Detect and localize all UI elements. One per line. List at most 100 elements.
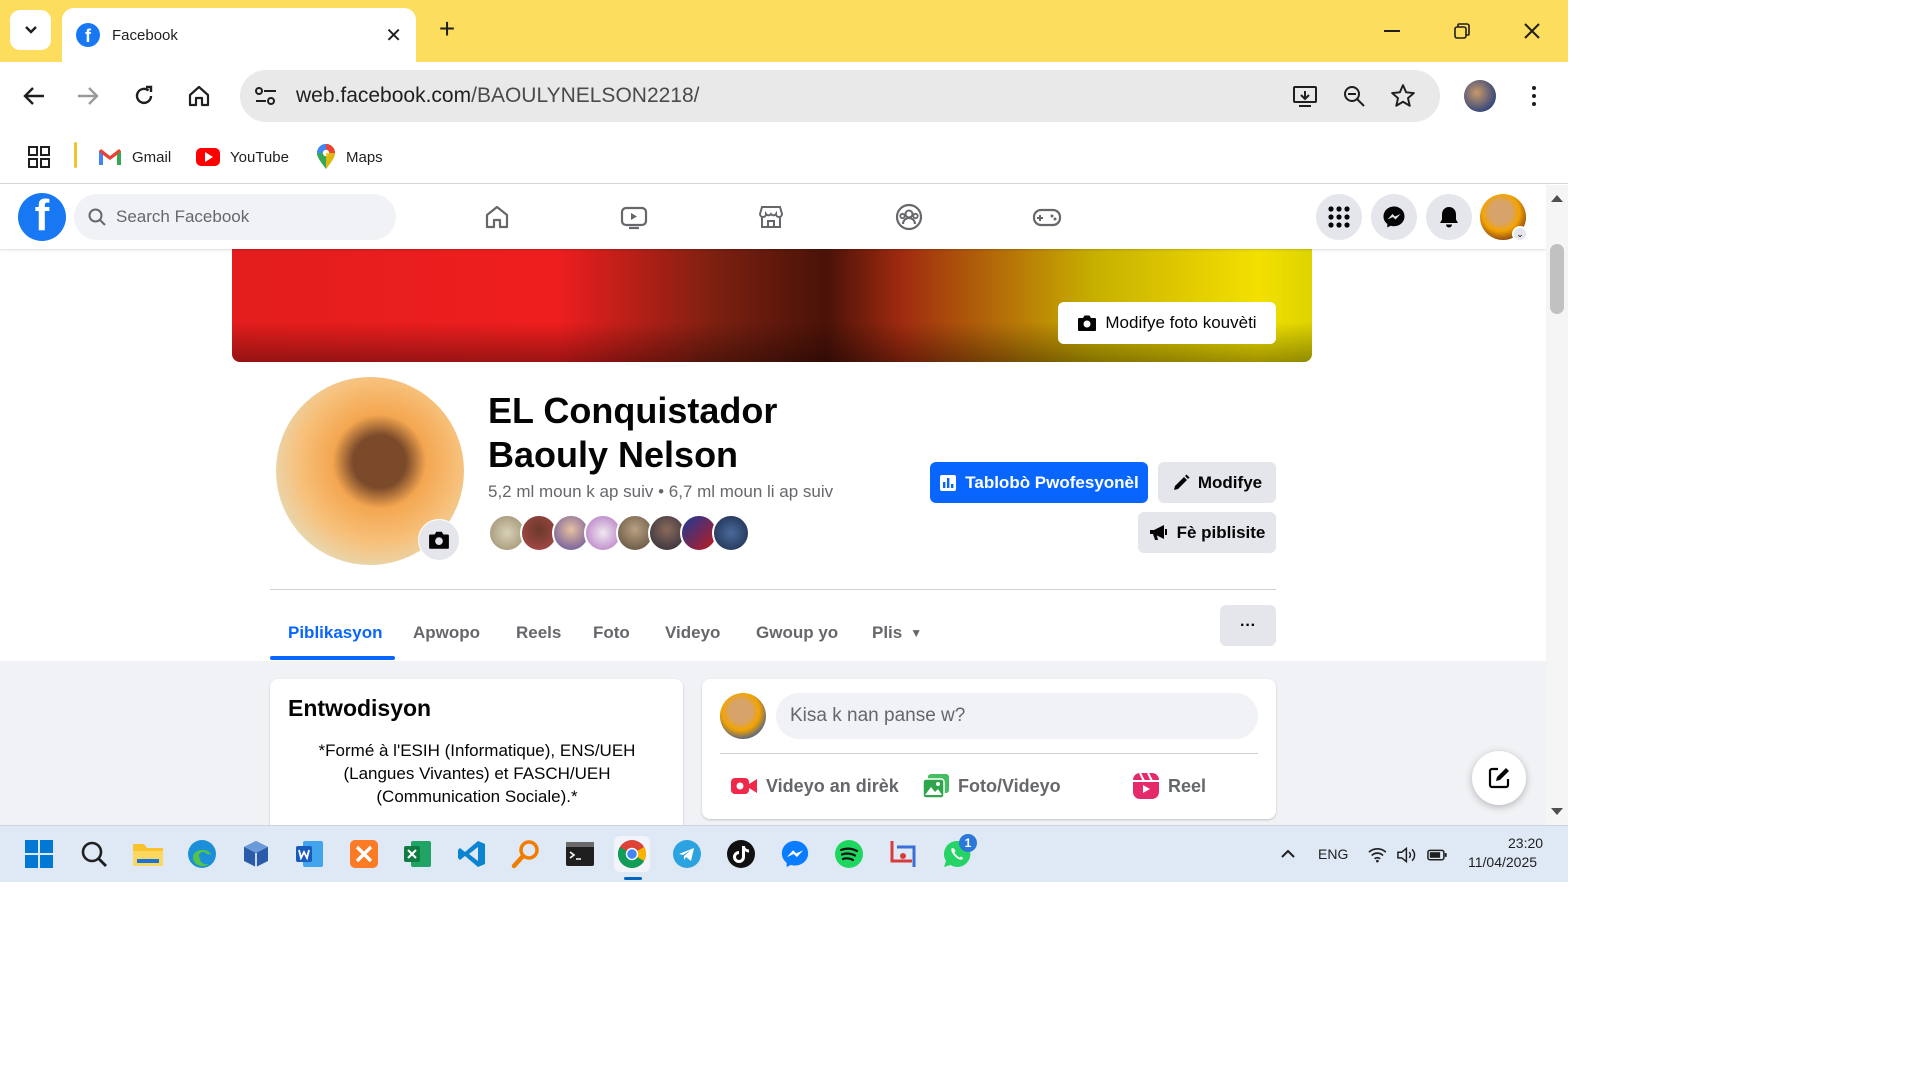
- taskbar-search[interactable]: [76, 836, 112, 872]
- address-bar[interactable]: web.facebook.com/BAOULYNELSON2218/: [240, 70, 1440, 122]
- new-message-button[interactable]: [1472, 751, 1526, 805]
- system-tray-status[interactable]: [1368, 844, 1448, 866]
- taskbar-xampp[interactable]: [346, 836, 382, 872]
- back-button[interactable]: [18, 80, 50, 112]
- show-hidden-icons-button[interactable]: [1270, 836, 1306, 872]
- input-language[interactable]: ENG: [1318, 846, 1348, 862]
- compose-icon: [1488, 767, 1510, 789]
- follower-stats[interactable]: 5,2 ml moun k ap suiv • 6,7 ml moun li a…: [488, 482, 833, 502]
- new-tab-button[interactable]: +: [432, 13, 462, 44]
- taskbar-terminal[interactable]: [562, 836, 598, 872]
- composer-divider: [720, 753, 1258, 754]
- dashboard-icon: [940, 474, 957, 491]
- messenger-button[interactable]: [1371, 194, 1417, 240]
- terminal-icon: [566, 842, 594, 866]
- taskbar-file-explorer[interactable]: [130, 836, 166, 872]
- post-composer: Kisa k nan panse w? Videyo an dirèk Foto…: [702, 679, 1276, 819]
- menu-button[interactable]: [1316, 194, 1362, 240]
- taskbar-virtualbox[interactable]: [238, 836, 274, 872]
- reload-button[interactable]: [128, 80, 160, 112]
- home-icon: [485, 205, 509, 229]
- taskbar-edge[interactable]: [184, 836, 220, 872]
- taskbar-word[interactable]: [292, 836, 328, 872]
- taskbar-tiktok[interactable]: [723, 836, 759, 872]
- close-window-button[interactable]: [1512, 14, 1552, 48]
- facebook-search-input[interactable]: Search Facebook: [74, 194, 396, 240]
- tab-videos[interactable]: Videyo: [665, 607, 720, 659]
- photo-video-button[interactable]: Foto/Videyo: [922, 769, 1061, 803]
- taskbar-snipping-tool[interactable]: [885, 836, 921, 872]
- clock-date[interactable]: 11/04/2025: [1468, 854, 1537, 870]
- taskbar-vscode[interactable]: [454, 836, 490, 872]
- reel-label: Reel: [1168, 775, 1207, 796]
- home-button[interactable]: [183, 80, 215, 112]
- nav-gaming[interactable]: [1031, 201, 1063, 233]
- tab-search-button[interactable]: [10, 10, 51, 50]
- tab-about[interactable]: Apwopo: [413, 607, 480, 659]
- tab-reels[interactable]: Reels: [516, 607, 561, 659]
- apps-button[interactable]: [28, 142, 50, 172]
- nav-video[interactable]: [618, 201, 650, 233]
- friend-avatar[interactable]: [712, 514, 750, 552]
- nav-marketplace[interactable]: [755, 201, 787, 233]
- taskbar-messenger[interactable]: [777, 836, 813, 872]
- nav-groups[interactable]: [893, 201, 925, 233]
- scroll-up-icon[interactable]: [1550, 193, 1564, 203]
- bookmark-gmail[interactable]: Gmail: [98, 142, 171, 172]
- tab-close-icon[interactable]: ✕: [385, 23, 402, 48]
- close-icon: [1524, 23, 1540, 39]
- bookmark-star-icon[interactable]: [1390, 83, 1416, 109]
- edge-icon: [188, 840, 216, 868]
- live-video-button[interactable]: Videyo an dirèk: [730, 769, 899, 803]
- edit-profile-picture-button[interactable]: [418, 519, 460, 561]
- browser-menu-button[interactable]: [1520, 80, 1548, 112]
- composer-avatar[interactable]: [720, 693, 766, 739]
- profile-more-button[interactable]: ···: [1220, 605, 1276, 646]
- tab-groups[interactable]: Gwoup yo: [756, 607, 838, 659]
- reel-button[interactable]: Reel: [1132, 769, 1206, 803]
- browser-tab-active[interactable]: f Facebook ✕: [62, 8, 416, 62]
- forward-button[interactable]: [72, 80, 104, 112]
- wifi-icon: [1368, 848, 1387, 863]
- taskbar-magnifier-app[interactable]: [508, 836, 544, 872]
- word-icon: [296, 841, 323, 867]
- taskbar-spotify[interactable]: [831, 836, 867, 872]
- edit-profile-button[interactable]: Modifye: [1158, 462, 1276, 503]
- zoom-icon[interactable]: [1342, 84, 1366, 108]
- professional-dashboard-button[interactable]: Tablobò Pwofesyonèl: [930, 462, 1148, 503]
- facebook-top-nav: f Search Facebook ⌄: [0, 185, 1546, 249]
- scroll-down-icon[interactable]: [1550, 807, 1564, 817]
- composer-input[interactable]: Kisa k nan panse w?: [776, 693, 1258, 739]
- taskbar-whatsapp[interactable]: 1: [939, 834, 977, 872]
- bookmark-label: Maps: [346, 148, 383, 166]
- install-app-icon[interactable]: [1292, 84, 1318, 108]
- tab-posts[interactable]: Piblikasyon: [288, 607, 382, 659]
- profile-name: EL Conquistador Baouly Nelson: [488, 389, 888, 477]
- scrollbar-thumb[interactable]: [1550, 244, 1564, 314]
- camera-icon: [1078, 315, 1097, 331]
- edit-cover-button[interactable]: Modifye foto kouvèti: [1058, 302, 1276, 344]
- account-avatar[interactable]: ⌄: [1480, 194, 1528, 242]
- restore-button[interactable]: [1442, 14, 1482, 48]
- folder-icon: [133, 844, 163, 866]
- taskbar-telegram[interactable]: [669, 836, 705, 872]
- taskbar-excel[interactable]: [400, 836, 436, 872]
- chrome-active-indicator: [624, 877, 642, 880]
- notifications-button[interactable]: [1426, 194, 1472, 240]
- edit-label: Modifye: [1197, 472, 1263, 492]
- browser-profile-avatar[interactable]: [1464, 80, 1496, 112]
- volume-icon: [1396, 846, 1416, 864]
- tab-photos[interactable]: Foto: [593, 607, 630, 659]
- facebook-logo-icon[interactable]: f: [18, 193, 66, 241]
- nav-home[interactable]: [481, 201, 513, 233]
- clock-time[interactable]: 23:20: [1508, 835, 1543, 851]
- bookmarks-bar: Gmail YouTube Maps: [0, 130, 1568, 184]
- start-button[interactable]: [21, 836, 57, 872]
- tab-more[interactable]: Plis ▼: [872, 607, 922, 659]
- minimize-button[interactable]: [1372, 14, 1412, 48]
- bookmark-maps[interactable]: Maps: [316, 142, 383, 172]
- taskbar-chrome[interactable]: [614, 836, 650, 872]
- minimize-icon: [1384, 30, 1400, 32]
- advertise-button[interactable]: Fè piblisite: [1138, 512, 1276, 553]
- bookmark-youtube[interactable]: YouTube: [196, 142, 289, 172]
